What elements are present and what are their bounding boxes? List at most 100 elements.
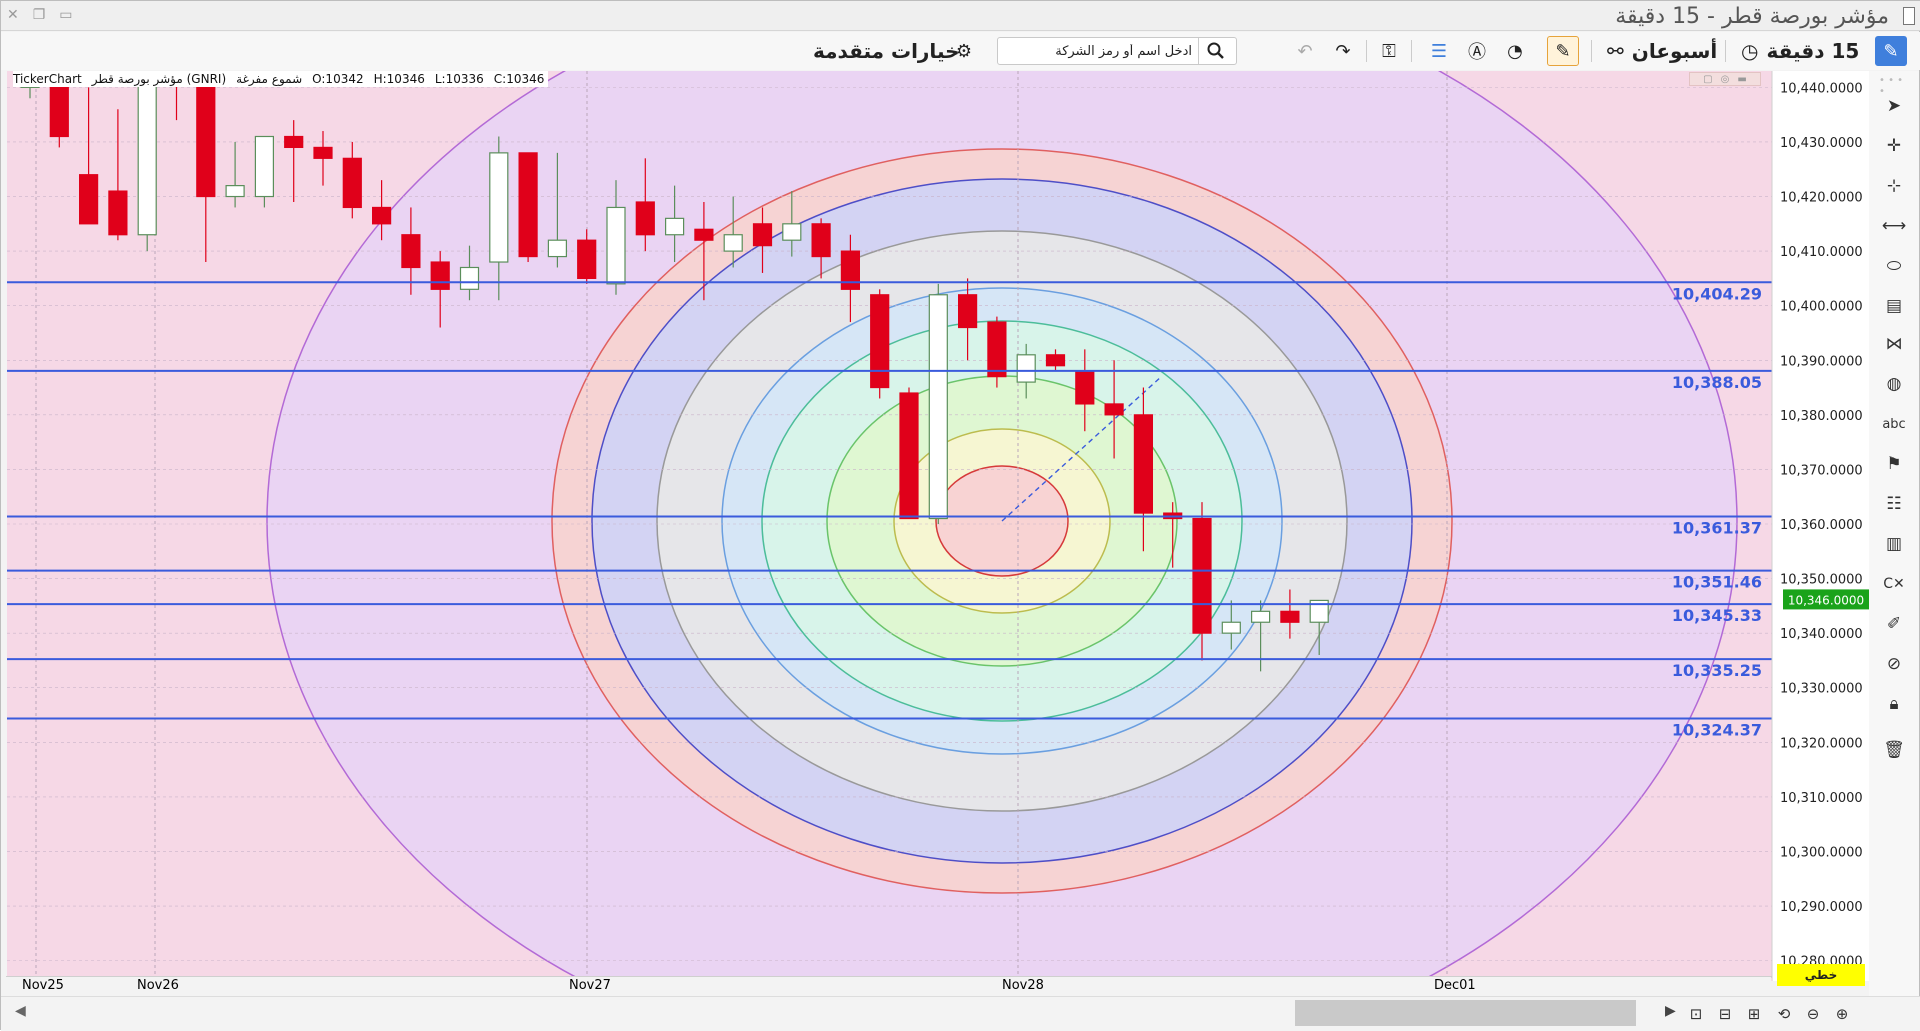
toolbar-separator <box>1411 40 1412 62</box>
list-icon[interactable]: ☷ <box>1879 489 1909 519</box>
x-label-nov28: Nov28 <box>1002 978 1044 993</box>
legend-low: L:10336 <box>434 72 484 86</box>
y-tick-label-6: 10,380.0000 <box>1780 409 1863 424</box>
text-icon[interactable]: abc <box>1879 409 1909 439</box>
candle-body <box>987 321 1007 378</box>
x-label-nov26: Nov26 <box>137 978 179 993</box>
candle-body <box>1075 370 1095 405</box>
scroll-right-icon[interactable]: ▶ <box>1665 1003 1676 1019</box>
flag-icon[interactable]: ⚑ <box>1879 449 1909 479</box>
chart-window-controls[interactable]: ▢ ◎ ▬ <box>1689 72 1761 86</box>
candle-body <box>1016 354 1036 383</box>
toolbar-separator <box>1591 40 1592 62</box>
zoom-region-icon[interactable]: ⊞ <box>1742 1002 1766 1026</box>
x-axis: Nov25 Nov26 Nov27 Nov28 Dec01 <box>6 976 1771 995</box>
candle-body <box>1133 414 1154 514</box>
chart-canvas[interactable]: 10,404.29 10,388.05 10,361.37 10,351.46 10,3… <box>7 71 1869 981</box>
channel-icon[interactable]: ▤ <box>1879 291 1909 321</box>
minimize-icon[interactable]: ▬ <box>1737 74 1746 85</box>
chart-type-badge[interactable]: خطي <box>1777 964 1865 986</box>
a-circle-icon[interactable]: Ⓐ <box>1463 36 1491 66</box>
restore-icon[interactable]: ▢ <box>1703 74 1712 85</box>
link-icon: ⚯ <box>1607 39 1624 63</box>
measure-icon[interactable]: ▥ <box>1879 529 1909 559</box>
y-tick-label-5: 10,390.0000 <box>1780 354 1863 369</box>
zoom-fit-icon[interactable]: ⊡ <box>1684 1002 1708 1026</box>
hide-icon[interactable]: ⊘ <box>1879 649 1909 679</box>
vertical-line-icon[interactable]: ⊹ <box>1879 171 1909 201</box>
candle-body <box>577 239 597 279</box>
candle-body <box>489 152 509 263</box>
candle-body <box>430 261 450 290</box>
restore-icon[interactable]: ❐ <box>33 7 46 23</box>
window-icon <box>1903 7 1915 25</box>
pencil-icon[interactable]: ✎ <box>1547 36 1579 66</box>
pattern-icon[interactable]: ⋈ <box>1879 329 1909 359</box>
candle-body <box>254 135 274 198</box>
legend-source: TickerChart <box>13 72 82 86</box>
clear-drawings-icon[interactable]: C✕ <box>1879 569 1909 599</box>
zoom-reset-icon[interactable]: ⊟ <box>1713 1002 1737 1026</box>
candle-body <box>313 146 333 159</box>
scrollbar-thumb[interactable] <box>1295 1000 1636 1026</box>
drawing-tools-icon[interactable]: ⚿ <box>1375 36 1403 66</box>
x-label-dec01: Dec01 <box>1434 978 1476 993</box>
y-tick-label-4: 10,400.0000 <box>1780 300 1863 315</box>
candle-body <box>1250 610 1271 623</box>
chart-area[interactable]: 10,404.29 10,388.05 10,361.37 10,351.46 10,3… <box>7 71 1869 981</box>
close-icon[interactable]: ✕ <box>7 7 19 23</box>
level-label-5: 10,335.25 <box>1672 661 1762 680</box>
y-tick-label-12: 10,320.0000 <box>1780 736 1863 751</box>
range-selector[interactable]: أسبوعان ⚯ <box>1607 36 1717 66</box>
zoom-out-icon[interactable]: ⊖ <box>1801 1002 1825 1026</box>
fibonacci-icon[interactable]: ◍ <box>1879 369 1909 399</box>
cursor-icon[interactable]: ➤ <box>1879 91 1909 121</box>
x-label-nov25: Nov25 <box>22 978 64 993</box>
candle-body <box>840 250 861 290</box>
gauge-icon[interactable]: ◔ <box>1501 36 1529 66</box>
search-button[interactable] <box>1198 38 1232 64</box>
y-tick-label-11: 10,330.0000 <box>1780 682 1863 697</box>
settings-icon[interactable]: ◎ <box>1721 74 1730 85</box>
pan-icon[interactable]: ⟲ <box>1772 1002 1796 1026</box>
toolbar-separator <box>1725 40 1726 62</box>
layout-icon[interactable]: ☰ <box>1425 36 1453 66</box>
x-label-nov27: Nov27 <box>569 978 611 993</box>
zoom-in-icon[interactable]: ⊕ <box>1830 1002 1854 1026</box>
horizontal-line-icon[interactable]: ⟷ <box>1879 211 1909 241</box>
horizontal-scrollbar[interactable] <box>41 1000 1671 1026</box>
gear-icon[interactable]: ⚙ <box>951 36 977 66</box>
crosshair-icon[interactable]: ✛ <box>1879 131 1909 161</box>
ellipse-icon[interactable]: ⬭ <box>1879 251 1909 281</box>
window-title: مؤشر بورصة قطر - 15 دقيقة <box>1615 4 1889 29</box>
edit-chart-button[interactable]: ✎ <box>1875 36 1907 66</box>
candle-body <box>108 190 128 236</box>
scroll-left-icon[interactable]: ◀ <box>15 1003 26 1019</box>
undo-icon[interactable]: ↶ <box>1291 36 1319 66</box>
advanced-options-button[interactable]: خيارات متقدمة <box>813 36 960 66</box>
candle-body <box>78 174 99 225</box>
y-tick-label-10: 10,340.0000 <box>1780 627 1863 642</box>
candle-body <box>196 81 216 198</box>
level-label-0: 10,404.29 <box>1672 284 1762 303</box>
candle-body <box>137 71 157 236</box>
trash-icon[interactable]: 🗑︎ <box>1879 735 1909 765</box>
lock-icon[interactable]: 🔒︎ <box>1879 689 1909 719</box>
legend-instrument: مؤشر بورصة قطر (GNRI) <box>91 72 227 86</box>
search-input[interactable] <box>998 39 1198 63</box>
chart-legend: TickerChart مؤشر بورصة قطر (GNRI) شموع م… <box>13 71 549 87</box>
candle-body <box>782 223 802 241</box>
candle-body <box>928 294 948 520</box>
y-tick-label-9: 10,350.0000 <box>1780 573 1863 588</box>
advanced-options-label: خيارات متقدمة <box>813 39 960 63</box>
redo-icon[interactable]: ↷ <box>1329 36 1357 66</box>
minimize-icon[interactable]: ▭ <box>59 7 72 23</box>
legend-open: O:10342 <box>312 72 364 86</box>
interval-selector[interactable]: 15 دقيقة ◷ <box>1741 36 1859 66</box>
candle-body <box>225 185 245 198</box>
window-controls: ✕ ❐ ▭ <box>7 7 73 23</box>
company-search[interactable] <box>997 37 1237 65</box>
y-tick-label-8: 10,360.0000 <box>1780 518 1863 533</box>
candle-body <box>811 223 831 258</box>
brush-icon[interactable]: ✐ <box>1879 609 1909 639</box>
